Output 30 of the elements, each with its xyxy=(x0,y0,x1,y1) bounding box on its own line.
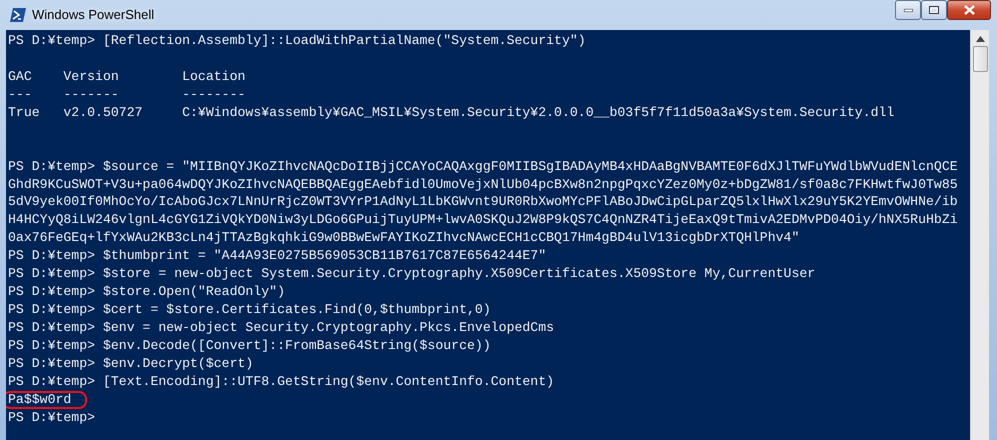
console-line: --- ------- -------- xyxy=(8,86,246,102)
highlighted-output: Pa$$w0rd xyxy=(6,390,88,409)
scrollbar-thumb[interactable] xyxy=(972,46,988,72)
console-line: 5dV9yek00If0MhOcYo/IcAboGJcx7LNnUrRjcZ0WT3VYrP1AdNyL1LbKGWvnt9UR0RbXwoMYcPFlABoJDwCipGLparZQ5lxlHwXlx29uY5K2YEmvOWHNe/ib xyxy=(8,194,958,210)
console-line: PS D:¥temp> $store = new-object System.Security.Cryptography.X509Certificates.X509Store My,CurrentUser xyxy=(8,266,816,282)
window-title: Windows PowerShell xyxy=(32,6,154,24)
console-line: PS D:¥temp> $cert = $store.Certificates.Find(0,$thumbprint,0) xyxy=(8,302,491,318)
console-line: PS D:¥temp> $source = "MIIBnQYJKoZIhvcNAQcDoIIBjjCCAYoCAQAxggF0MIIBSgIBADAyMB4xHDAaBgNVBAMTE0F6dXJlTWFuYWdlbWVudENlcnQCE xyxy=(8,158,958,174)
scrollbar[interactable] xyxy=(970,30,989,440)
console-line: PS D:¥temp> $env = new-object Security.Cryptography.Pkcs.EnvelopedCms xyxy=(8,320,554,335)
console-line: PS D:¥temp> xyxy=(8,410,96,425)
console-line: PS D:¥temp> [Reflection.Assembly]::LoadWithPartialName("System.Security") xyxy=(8,33,586,48)
console-line: GhdR9KCuSWOT+V3u+pa064wDQYJKoZIhvcNAQEBBQAEggEAebfidl0UmoVejxNlUb04pcBXw8n2npgPqxcYZez0My0z+bDgZW81/sf0a8c7FKHwtfwJ0Tw85 xyxy=(8,176,958,192)
console-line: 0ax76FeGEq+lfYxWAu2KB3cLn4jTTAzBgkqhkiG9w0BBwEwFAYIKoZIhvcNAwcECH1cCBQ17Hm4gBD4ulV13icgbDrXTQHlPhv4" xyxy=(8,230,800,246)
powershell-icon xyxy=(10,8,26,22)
console-line: PS D:¥temp> [Text.Encoding]::UTF8.GetString($env.ContentInfo.Content) xyxy=(8,374,554,389)
console-line: PS D:¥temp> $env.Decode([Convert]::FromBase64String($source)) xyxy=(8,338,491,353)
scroll-up-icon[interactable] xyxy=(976,36,984,42)
console-line: PS D:¥temp> $env.Decrypt($cert) xyxy=(8,356,254,371)
console-line: GAC Version Location xyxy=(8,68,246,84)
console-line: H4HCYyQ8iLW246vlgnL4cGYG1ZiVQkYD0Niw3yLDGo6GPuijTuyUPM+lwvA0SKQuJ2W8P9kQS7C4QnNZR4TijeEaxQ9tTmivA2EDMvPD04Oiy/hNX5RuHbZi xyxy=(8,212,958,228)
console-line: PS D:¥temp> $store.Open("ReadOnly") xyxy=(8,284,285,300)
close-icon xyxy=(964,5,974,15)
minimize-button[interactable] xyxy=(895,0,921,20)
console-line: True v2.0.50727 C:¥Windows¥assembly¥GAC_MSIL¥System.Security¥2.0.0.0__b03f5f7f11d50a3a¥System.Security.dll xyxy=(8,104,894,120)
minimize-icon xyxy=(904,8,912,12)
close-button[interactable] xyxy=(947,0,991,20)
maximize-icon xyxy=(929,6,939,14)
console-line: PS D:¥temp> $thumbprint = "A44A93E0275B569053CB11B7617C87E6564244E7" xyxy=(8,248,546,264)
maximize-button[interactable] xyxy=(921,0,947,20)
